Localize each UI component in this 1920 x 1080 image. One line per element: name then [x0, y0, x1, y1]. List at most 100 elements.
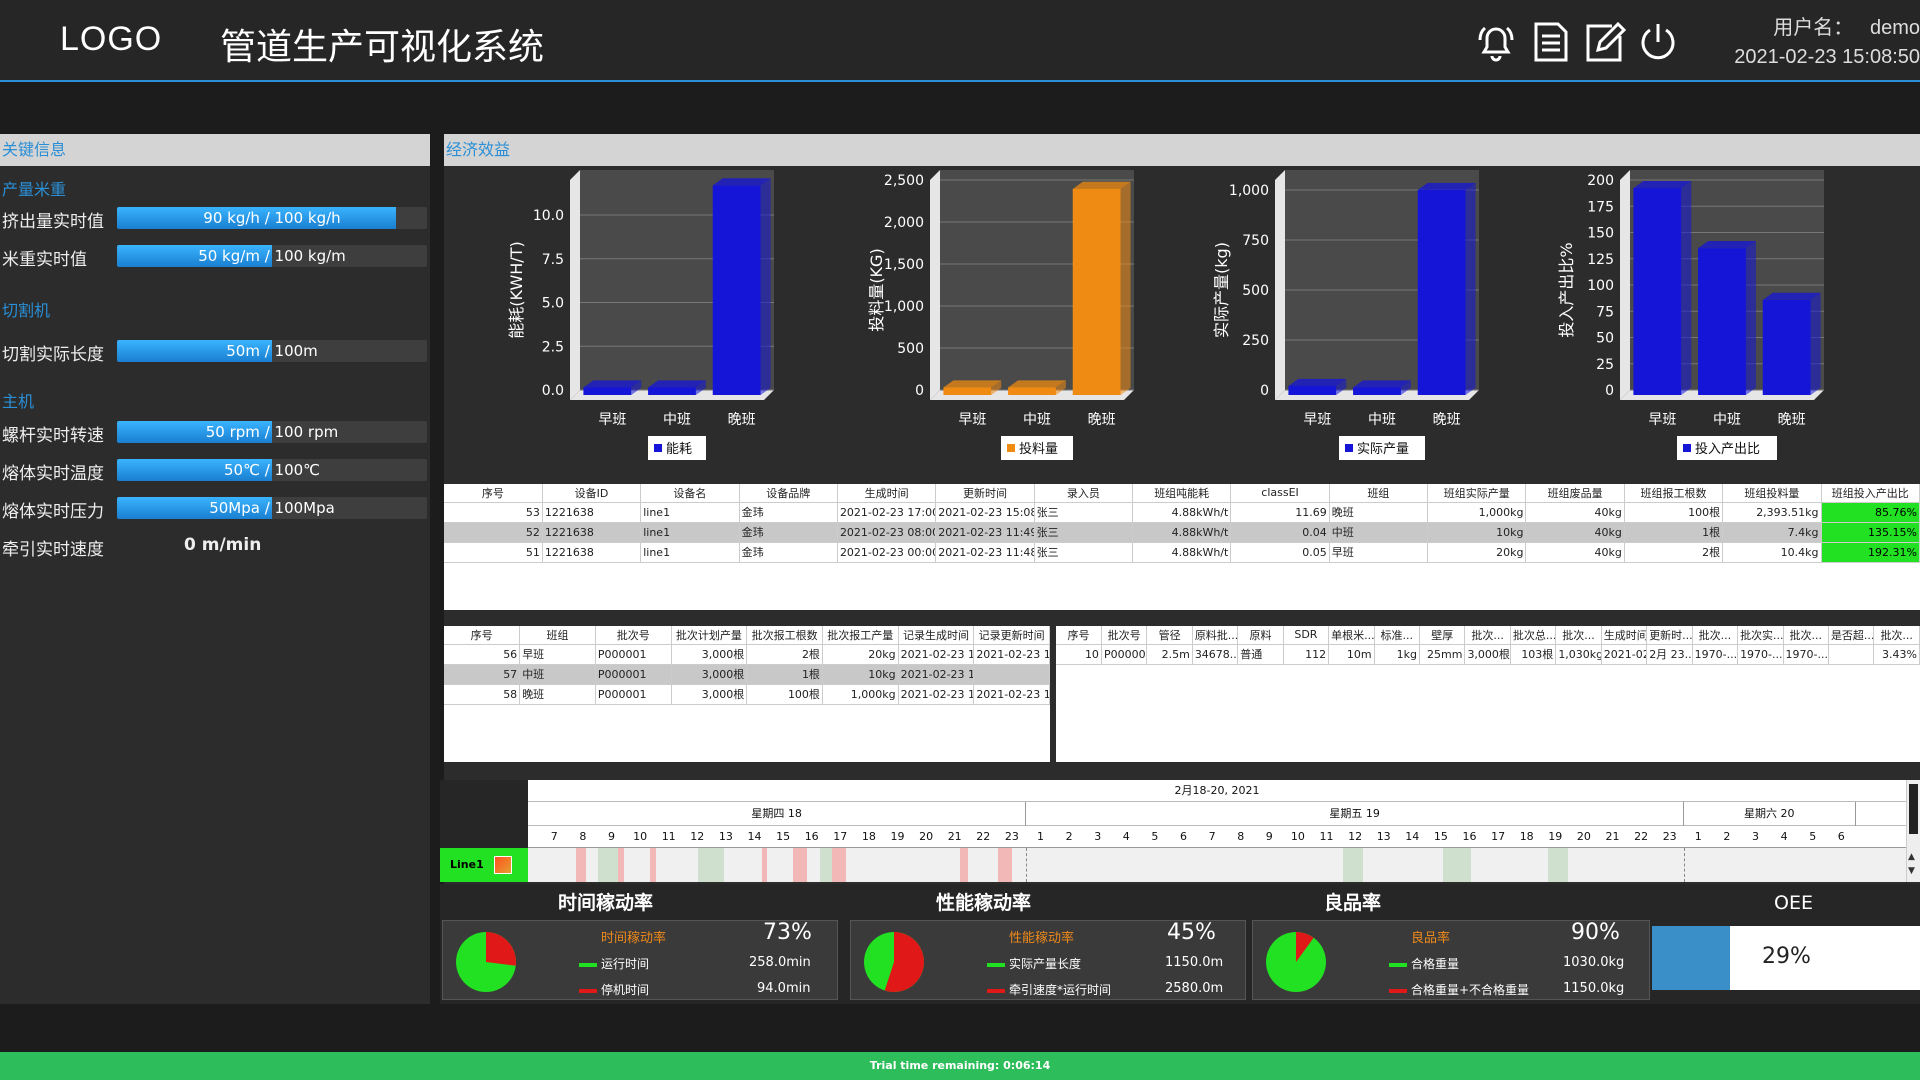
column-header[interactable]: 标准...: [1374, 626, 1421, 645]
table-row[interactable]: 521221638line1金玮2021-02-23 08:00:002021-…: [444, 522, 1920, 543]
y-tick-label: 125: [1587, 252, 1614, 268]
kpi-box-perf: 性能稼动率 45% 实际产量长度 1150.0m 牵引速度*运行时间 2580.…: [850, 920, 1246, 1000]
gantt-hour: 1: [1036, 830, 1044, 843]
column-header[interactable]: 原料批...: [1192, 626, 1239, 645]
column-header[interactable]: 录入员: [1034, 484, 1134, 503]
table-row[interactable]: 58晚班P0000013,000根100根1,000kg2021-02-23 1…: [444, 684, 1050, 705]
gantt-segment[interactable]: [598, 848, 618, 882]
metric-label: 挤出量实时值: [2, 212, 104, 232]
table-row[interactable]: 531221638line1金玮2021-02-23 17:00:002021-…: [444, 502, 1920, 523]
bar-top: [1762, 292, 1821, 300]
gantt-segment[interactable]: [793, 848, 807, 882]
column-header[interactable]: 生成时间: [837, 484, 937, 503]
gantt-segment[interactable]: [1343, 848, 1363, 882]
table-row[interactable]: 56早班P0000013,000根2根20kg2021-02-23 1...20…: [444, 644, 1050, 665]
table-cell: 1221638: [542, 502, 642, 523]
table-cell: 1kg: [1374, 644, 1421, 665]
column-header[interactable]: 批次号: [595, 626, 672, 645]
column-header[interactable]: 班组投入产出比: [1821, 484, 1920, 503]
legend-label: 能耗: [666, 442, 692, 457]
edit-icon[interactable]: [1582, 20, 1626, 64]
gantt-segment[interactable]: [576, 848, 586, 882]
column-header[interactable]: 记录更新时间: [973, 626, 1050, 645]
table-row[interactable]: 511221638line1金玮2021-02-23 00:00:002021-…: [444, 542, 1920, 563]
bell-icon[interactable]: [1474, 20, 1518, 64]
gantt-segment[interactable]: [960, 848, 968, 882]
column-header[interactable]: 批次实...: [1737, 626, 1784, 645]
table-row[interactable]: 57中班P0000013,000根1根10kg2021-02-23 1...: [444, 664, 1050, 685]
power-icon[interactable]: [1636, 20, 1680, 64]
table-cell: 2月 23...: [1646, 644, 1693, 665]
column-header[interactable]: 序号: [444, 484, 543, 503]
column-header[interactable]: 设备名: [640, 484, 740, 503]
column-header[interactable]: 序号: [444, 626, 521, 645]
y-tick-label: 0.0: [542, 383, 564, 399]
shift-summary-table: 序号 设备ID 设备名 设备品牌 生成时间 更新时间 录入员 班组吨能耗 classEI 班组 班组…: [444, 484, 1920, 610]
gantt-hour: 9: [607, 830, 615, 843]
table-cell: 40kg: [1525, 502, 1625, 523]
column-header[interactable]: 批次...: [1464, 626, 1511, 645]
column-header[interactable]: SDR: [1283, 626, 1330, 645]
table-cell: 3,000根: [671, 684, 748, 705]
column-header[interactable]: 管径: [1146, 626, 1193, 645]
column-header[interactable]: 批次...: [1873, 626, 1920, 645]
column-header[interactable]: 壁厚: [1419, 626, 1466, 645]
table-cell: 25mm: [1419, 644, 1466, 665]
column-header[interactable]: 设备品牌: [739, 484, 838, 503]
scroll-thumb[interactable]: [1909, 784, 1918, 834]
gantt-scrollbar[interactable]: ▲ ▼: [1906, 780, 1920, 882]
gantt-segment[interactable]: [1548, 848, 1568, 882]
column-header[interactable]: 班组吨能耗: [1132, 484, 1232, 503]
user-info: 用户名： demo 2021-02-23 15:08:50: [1734, 14, 1920, 72]
table-cell: 4.88kWh/t: [1132, 522, 1232, 543]
kpi-label: 良品率: [1411, 931, 1451, 946]
document-icon[interactable]: [1528, 20, 1572, 64]
column-header[interactable]: 批次...: [1555, 626, 1602, 645]
gantt-segment[interactable]: [650, 848, 656, 882]
column-header[interactable]: 班组投料量: [1722, 484, 1822, 503]
chevron-up-icon[interactable]: ▲: [1908, 852, 1915, 862]
column-header[interactable]: 记录生成时间: [898, 626, 975, 645]
table-cell: 金玮: [739, 522, 838, 543]
column-header[interactable]: 单根米...: [1328, 626, 1375, 645]
column-header[interactable]: 更新时间: [935, 484, 1035, 503]
gantt-segment[interactable]: [698, 848, 724, 882]
column-header[interactable]: 班组实际产量: [1427, 484, 1527, 503]
column-header[interactable]: 批次号: [1101, 626, 1148, 645]
plot-side-wall: [1620, 170, 1630, 400]
x-tick-label: 晚班: [1433, 412, 1461, 428]
column-header[interactable]: 原料: [1237, 626, 1284, 645]
table-cell: line1: [640, 522, 740, 543]
gantt-row-label[interactable]: Line1: [440, 848, 528, 882]
x-tick-label: 早班: [598, 412, 626, 428]
gantt-segment[interactable]: [618, 848, 624, 882]
column-header[interactable]: 更新时...: [1646, 626, 1693, 645]
column-header[interactable]: classEI: [1230, 484, 1330, 503]
gantt-segment[interactable]: [998, 848, 1012, 882]
column-header[interactable]: 批次报工根数: [746, 626, 823, 645]
column-header[interactable]: 班组: [1329, 484, 1429, 503]
table-row[interactable]: 10P0000012.5m34678...普通11210m1kg25mm3,00…: [1056, 644, 1920, 665]
column-header[interactable]: 批次总...: [1510, 626, 1557, 645]
column-header[interactable]: 序号: [1056, 626, 1102, 645]
legend-swatch: [1345, 444, 1353, 452]
column-header[interactable]: 批次计划产量: [671, 626, 748, 645]
column-header[interactable]: 班组报工根数: [1624, 484, 1724, 503]
column-header[interactable]: 班组: [519, 626, 596, 645]
y-axis-label: 实际产量(kg): [1212, 242, 1231, 338]
column-header[interactable]: 设备ID: [542, 484, 642, 503]
column-header[interactable]: 是否超...: [1828, 626, 1875, 645]
chevron-down-icon[interactable]: ▼: [1908, 866, 1915, 876]
column-header[interactable]: 批次...: [1783, 626, 1829, 645]
gantt-segment[interactable]: [762, 848, 767, 882]
y-tick-label: 500: [1242, 283, 1269, 299]
table-cell: 1970-...: [1692, 644, 1739, 665]
gantt-segment[interactable]: [1443, 848, 1471, 882]
column-header[interactable]: 批次报工产量: [822, 626, 899, 645]
gantt-segment[interactable]: [832, 848, 846, 882]
table-cell: 张三: [1034, 502, 1134, 523]
gantt-segment[interactable]: [820, 848, 832, 882]
column-header[interactable]: 生成时间: [1601, 626, 1648, 645]
column-header[interactable]: 班组废品量: [1525, 484, 1625, 503]
column-header[interactable]: 批次...: [1692, 626, 1739, 645]
